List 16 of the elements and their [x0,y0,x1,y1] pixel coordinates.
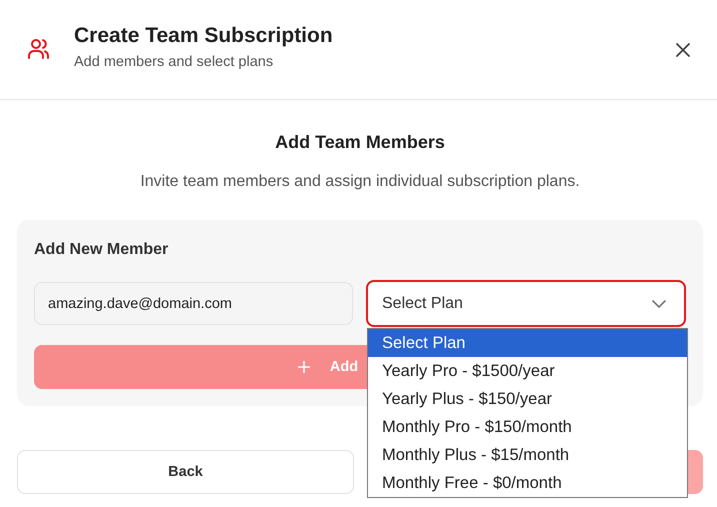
dialog-title: Create Team Subscription [74,24,334,48]
plus-icon [298,361,310,373]
chevron-down-icon [652,300,666,308]
card-title: Add New Member [34,241,170,259]
section-heading: Add Team Members [274,132,446,153]
dialog-subtitle: Add members and select plans [74,54,274,70]
plan-option[interactable]: Select Plan [368,329,687,357]
section-description: Invite team members and assign individual subscription plans. [139,173,581,191]
back-button[interactable]: Back [17,450,354,494]
plan-select[interactable]: Select Plan [366,280,686,327]
close-icon[interactable] [675,42,691,58]
plan-option[interactable]: Monthly Pro - $150/month [368,413,687,441]
email-field[interactable]: amazing.dave@domain.com [34,282,353,325]
plan-option[interactable]: Monthly Free - $0/month [368,469,687,497]
plan-option[interactable]: Yearly Pro - $1500/year [368,357,687,385]
plan-option[interactable]: Monthly Plus - $15/month [368,441,687,469]
